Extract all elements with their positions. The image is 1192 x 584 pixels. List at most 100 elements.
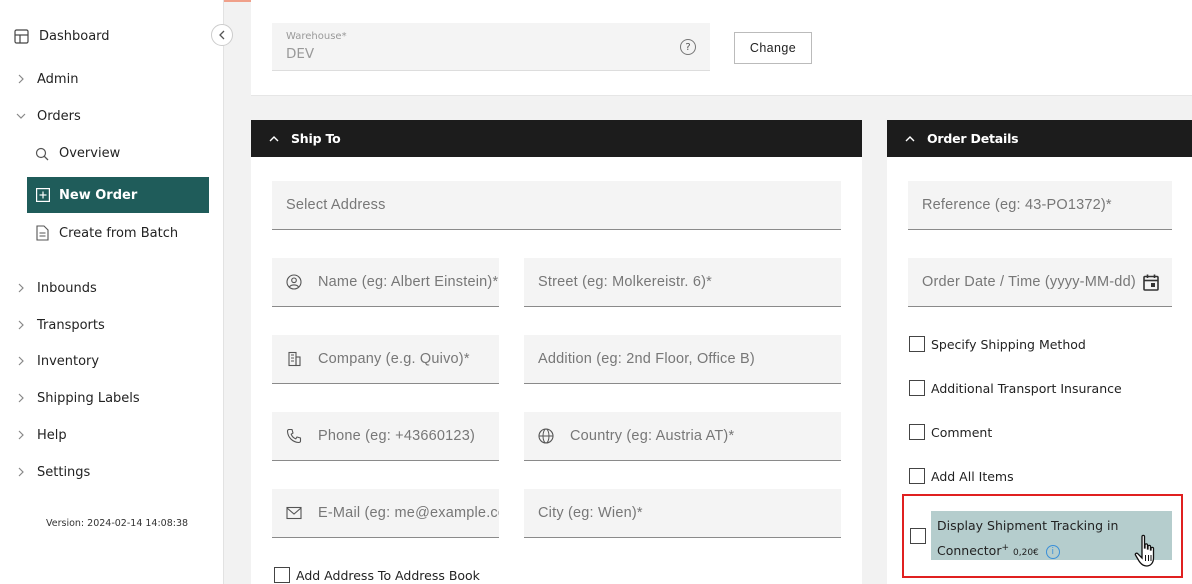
sidebar-item-overview[interactable]: Overview [35,146,120,161]
globe-icon [537,427,555,445]
hand-pointer-icon [1133,534,1161,574]
reference-input[interactable] [922,181,1172,229]
chevron-right-icon [16,74,26,84]
sidebar-item-label: Overview [59,146,121,161]
comment-checkbox[interactable]: Comment [909,424,992,440]
order-date-input[interactable] [922,258,1142,306]
sidebar-item-inbounds[interactable]: Inbounds [16,276,97,300]
select-address-field[interactable] [272,181,841,230]
country-input[interactable] [570,412,841,460]
company-field[interactable] [272,335,499,384]
sidebar-item-label: New Order [59,187,138,203]
order-details-header[interactable]: Order Details [887,120,1192,157]
sidebar-item-create-from-batch[interactable]: Create from Batch [36,225,178,241]
chevron-right-icon [16,467,26,477]
company-input[interactable] [318,335,499,383]
chevron-right-icon [16,356,26,366]
select-address-input[interactable] [286,181,841,229]
chevron-up-icon [905,135,915,142]
sidebar-item-settings[interactable]: Settings [16,460,90,484]
sidebar-item-label: Create from Batch [59,225,179,241]
email-input[interactable] [318,489,499,537]
change-warehouse-button[interactable]: Change [734,32,812,64]
document-icon [36,225,49,241]
ship-to-header[interactable]: Ship To [251,120,862,157]
chevron-right-icon [16,393,26,403]
checkbox-box[interactable] [909,424,925,440]
checkbox-box[interactable] [274,567,290,583]
checkbox-box[interactable] [909,380,925,396]
street-field[interactable] [524,258,841,307]
sidebar-item-label: Shipping Labels [37,390,140,406]
checkbox-box[interactable] [909,336,925,352]
person-icon [285,273,303,291]
mail-icon [285,504,303,522]
info-icon[interactable]: i [1045,544,1060,559]
sidebar-collapse-button[interactable] [211,24,233,46]
shipment-tracking-checkbox[interactable] [910,528,926,544]
chevron-left-icon [218,30,226,40]
dashboard-icon [14,28,29,44]
specify-shipping-method-checkbox[interactable]: Specify Shipping Method [909,336,1086,352]
checkbox-box[interactable] [909,468,925,484]
phone-input[interactable] [318,412,499,460]
sidebar-item-dashboard[interactable]: Dashboard [14,24,110,48]
chevron-right-icon [16,430,26,440]
version-text: Version: 2024-02-14 14:08:38 [46,518,189,529]
tracking-price: 0,20€ [1013,548,1039,559]
sidebar-item-label: Settings [37,464,91,480]
sidebar-item-label: Dashboard [39,28,110,44]
checkbox-label: Add Address To Address Book [296,567,480,583]
name-field[interactable] [272,258,499,307]
checkbox-label: Add All Items [931,468,1014,484]
city-field[interactable] [524,489,841,538]
reference-field[interactable] [908,181,1172,230]
warehouse-label: Warehouse* [286,31,347,42]
calendar-icon[interactable] [1142,273,1160,291]
sidebar-item-label: Inbounds [37,280,97,296]
sidebar-item-transports[interactable]: Transports [16,313,105,337]
help-icon[interactable]: ? [680,39,696,55]
building-icon [285,350,303,368]
add-all-items-checkbox[interactable]: Add All Items [909,468,1014,484]
tracking-label-line2: Connector [937,543,1002,559]
chevron-right-icon [16,320,26,330]
sidebar-item-admin[interactable]: Admin [16,67,78,91]
add-to-address-book-checkbox[interactable]: Add Address To Address Book [274,567,480,583]
sidebar-item-label: Transports [37,317,105,333]
email-field[interactable] [272,489,499,538]
chevron-down-icon [16,111,26,121]
sidebar-item-label: Inventory [37,353,100,369]
country-field[interactable] [524,412,841,461]
sidebar-item-help[interactable]: Help [16,423,67,447]
chevron-up-icon [269,135,279,142]
warehouse-value: DEV [286,46,315,62]
sidebar-item-inventory[interactable]: Inventory [16,349,99,373]
addition-input[interactable] [538,335,841,383]
sidebar-item-label: Admin [37,71,79,87]
chevron-right-icon [16,283,26,293]
checkbox-label: Specify Shipping Method [931,336,1086,352]
ship-to-title: Ship To [291,131,341,146]
sidebar-item-label: Help [37,427,67,443]
sidebar-item-new-order[interactable]: New Order [27,177,209,213]
tracking-plus-marker: + [1001,543,1010,553]
sidebar-item-label: Orders [37,108,81,124]
street-input[interactable] [538,258,841,306]
checkbox-label: Comment [931,424,993,440]
order-date-field[interactable] [908,258,1172,307]
search-icon [35,147,49,161]
order-details-title: Order Details [927,131,1019,146]
add-box-icon [36,188,50,202]
phone-field[interactable] [272,412,499,461]
city-input[interactable] [538,489,841,537]
transport-insurance-checkbox[interactable]: Additional Transport Insurance [909,380,1122,396]
sidebar-item-orders[interactable]: Orders [16,104,81,128]
tracking-label-line1: Display Shipment Tracking in [937,518,1119,533]
addition-field[interactable] [524,335,841,384]
name-input[interactable] [318,258,499,306]
checkbox-label: Additional Transport Insurance [931,380,1122,396]
sidebar-item-shipping-labels[interactable]: Shipping Labels [16,386,140,410]
sidebar: Dashboard Admin Orders Overview New Orde… [0,0,224,584]
warehouse-field[interactable]: Warehouse* DEV ? [272,23,710,71]
